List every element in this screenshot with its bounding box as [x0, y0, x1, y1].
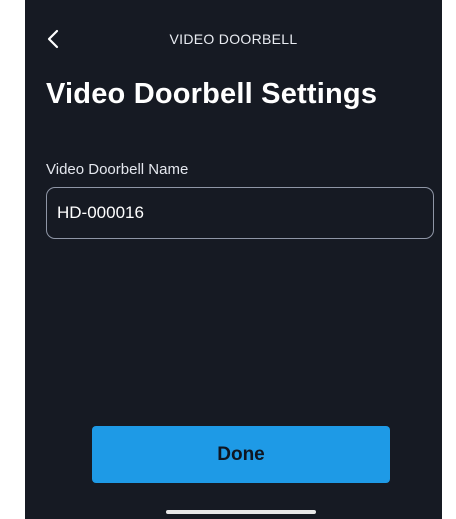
nav-title: VIDEO DOORBELL: [169, 31, 298, 47]
home-indicator: [166, 510, 316, 514]
app-screen: VIDEO DOORBELL Video Doorbell Settings V…: [25, 0, 442, 519]
page-title: Video Doorbell Settings: [46, 78, 378, 110]
doorbell-name-input[interactable]: [46, 187, 434, 239]
top-navigation-bar: VIDEO DOORBELL: [25, 22, 442, 58]
done-button[interactable]: Done: [92, 426, 390, 483]
doorbell-name-label: Video Doorbell Name: [46, 161, 189, 178]
